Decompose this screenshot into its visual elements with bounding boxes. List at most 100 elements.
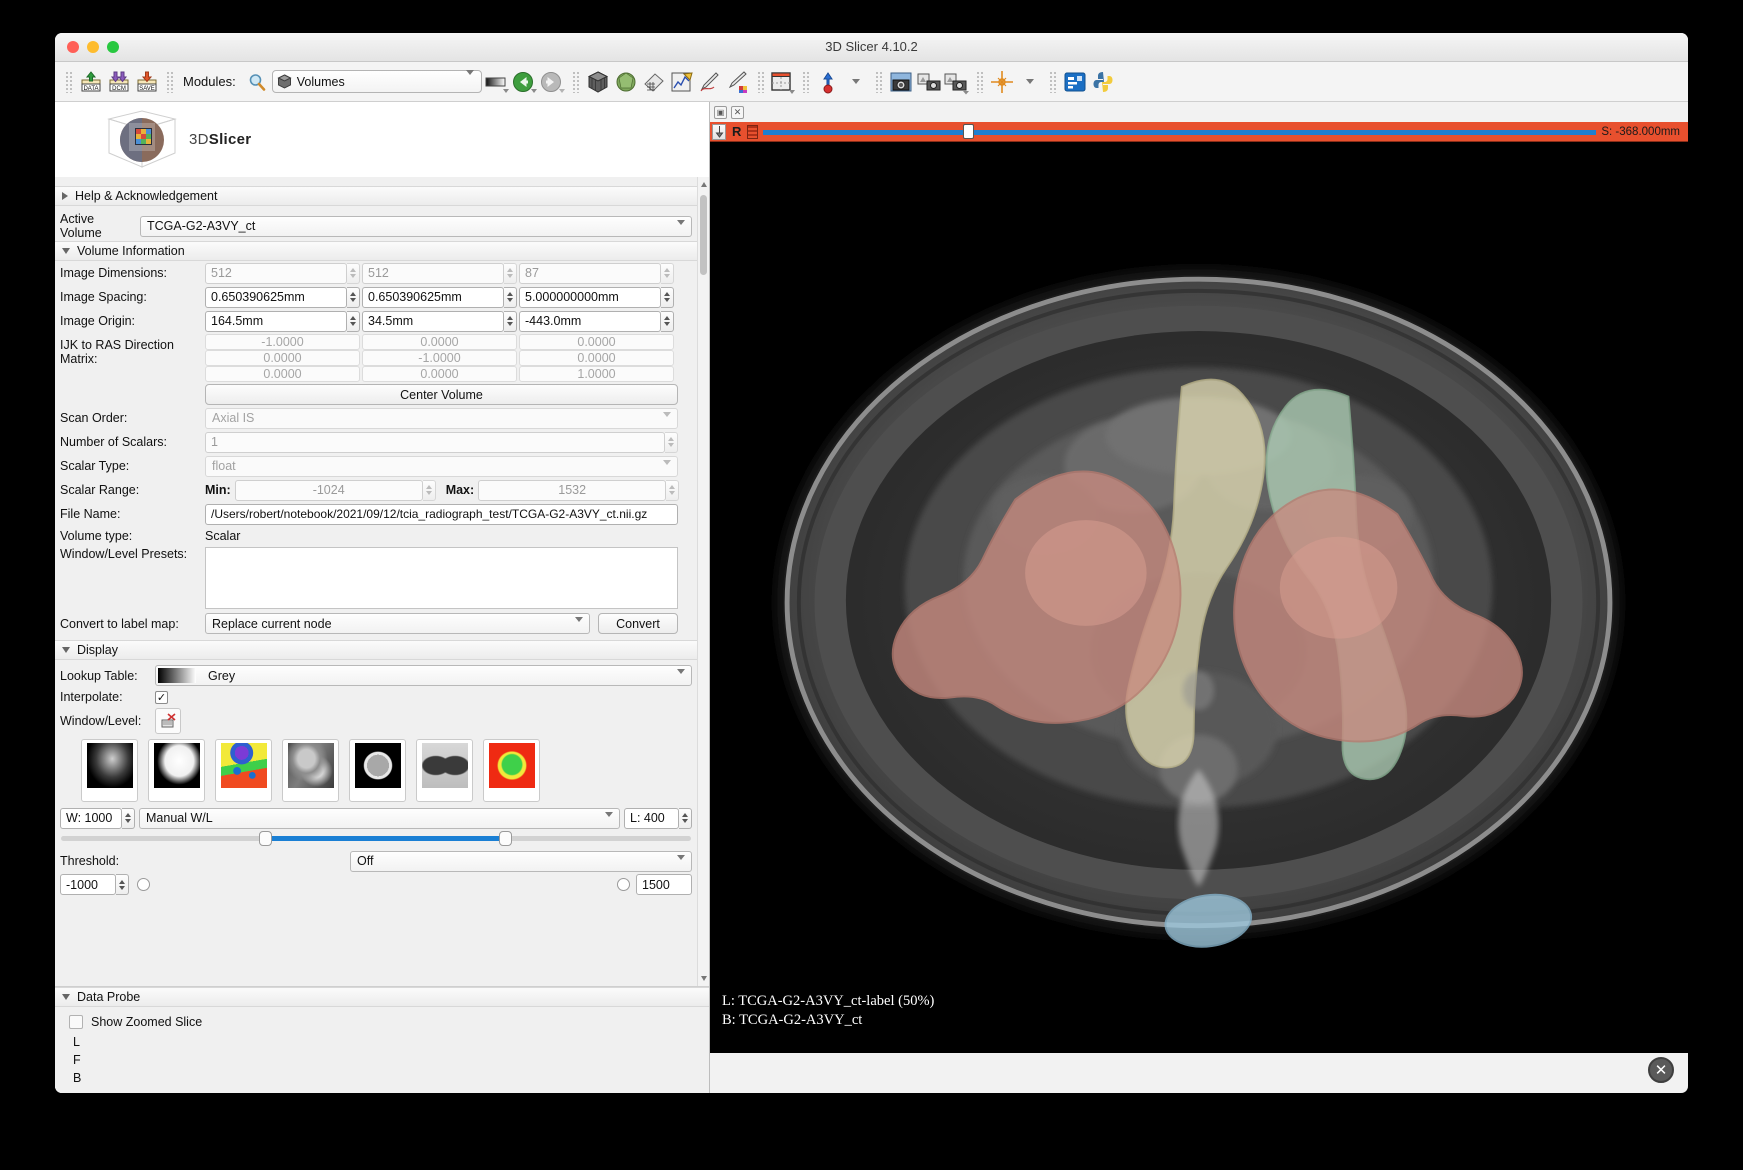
screenshot-icon[interactable] <box>888 69 914 95</box>
window-level-presets-list[interactable] <box>205 547 678 609</box>
scroll-down-arrow-icon[interactable] <box>701 976 707 981</box>
ct-air-preset[interactable] <box>148 739 205 802</box>
number-of-scalars-field[interactable]: 1 <box>205 431 678 453</box>
image-dimensions-z-stepper[interactable] <box>661 262 674 284</box>
extension-manager-icon[interactable] <box>1062 69 1088 95</box>
image-spacing-y[interactable]: 0.650390625mm <box>362 286 517 308</box>
save-data-icon[interactable]: SAVE <box>134 69 160 95</box>
scene-views-icon[interactable] <box>916 69 942 95</box>
image-dimensions-x[interactable]: 512 <box>205 262 360 284</box>
scalar-type-selector[interactable]: float <box>205 455 678 479</box>
ct-bone-preset[interactable] <box>81 739 138 802</box>
image-dimensions-y-stepper[interactable] <box>504 262 517 284</box>
wl-slider-handle-high[interactable] <box>498 831 512 846</box>
wl-mode-selector[interactable]: Manual W/L <box>139 807 620 831</box>
center-volume-button[interactable]: Center Volume <box>205 384 678 405</box>
image-dimensions-y[interactable]: 512 <box>362 262 517 284</box>
threshold-min-handle[interactable] <box>137 878 150 891</box>
scalar-max-stepper[interactable] <box>666 479 680 501</box>
lookup-table-selector[interactable]: Grey <box>155 665 692 688</box>
section-display[interactable]: Display <box>55 640 697 660</box>
wl-slider-track[interactable] <box>61 831 691 846</box>
load-dicom-icon[interactable]: DCM <box>106 69 132 95</box>
ct-brain-preset[interactable] <box>349 739 406 802</box>
models-icon[interactable] <box>613 69 639 95</box>
section-data-probe[interactable]: Data Probe <box>55 987 709 1007</box>
panel-scrollbar[interactable] <box>697 177 709 986</box>
python-console-icon[interactable] <box>1090 69 1116 95</box>
scrollbar-thumb[interactable] <box>700 195 707 275</box>
image-dimensions-z[interactable]: 87 <box>519 262 674 284</box>
scalar-min-field[interactable]: -1024 <box>234 479 436 501</box>
dtibrain-preset[interactable] <box>483 739 540 802</box>
volume-rendering-icon[interactable] <box>585 69 611 95</box>
slice-offset-slider[interactable] <box>763 123 1597 139</box>
close-view-icon[interactable]: ✕ <box>731 105 744 119</box>
toolbar-grip-6[interactable] <box>874 70 882 93</box>
threshold-max-handle[interactable] <box>617 878 630 891</box>
annotations-icon[interactable] <box>669 69 695 95</box>
image-origin-z[interactable]: -443.0mm <box>519 310 674 332</box>
pin-icon[interactable] <box>712 123 726 140</box>
module-selector[interactable]: Volumes <box>271 69 482 93</box>
mouse-mode-dropdown-icon[interactable] <box>843 69 869 95</box>
layout-icon[interactable] <box>770 69 796 95</box>
pet-preset[interactable] <box>215 739 272 802</box>
crosshair-icon[interactable] <box>989 69 1015 95</box>
toolbar-grip-3[interactable] <box>571 70 579 93</box>
crosshair-dropdown-icon[interactable] <box>1017 69 1043 95</box>
image-dimensions-x-stepper[interactable] <box>347 262 360 284</box>
module-search-icon[interactable] <box>244 69 270 95</box>
scan-order-selector[interactable]: Axial IS <box>205 407 678 431</box>
scalar-max-field[interactable]: 1532 <box>478 479 680 501</box>
image-origin-x[interactable]: 164.5mm <box>205 310 360 332</box>
level-stepper[interactable] <box>679 807 692 829</box>
toolbar-grip-5[interactable] <box>801 70 809 93</box>
ct-lung-preset[interactable] <box>416 739 473 802</box>
slice-offset-handle[interactable] <box>963 123 975 139</box>
reset-window-level-button[interactable] <box>155 708 181 734</box>
threshold-min-stepper[interactable] <box>116 874 129 895</box>
toolbar-grip-7[interactable] <box>975 70 983 93</box>
chevron-down-icon[interactable] <box>465 69 474 89</box>
toolbar-grip-8[interactable] <box>1048 70 1056 93</box>
slice-visibility-icon[interactable] <box>747 124 759 139</box>
threshold-min-field[interactable]: -1000 <box>60 874 129 895</box>
image-spacing-z-stepper[interactable] <box>661 286 674 308</box>
interpolate-checkbox[interactable]: ✓ <box>155 690 168 704</box>
convert-button[interactable]: Convert <box>598 613 678 634</box>
image-origin-x-stepper[interactable] <box>347 310 360 332</box>
colormap-icon[interactable] <box>484 69 510 95</box>
wl-slider-handle-low[interactable] <box>259 831 273 846</box>
window-width-field[interactable]: W: 1000 <box>60 807 135 829</box>
image-origin-y-stepper[interactable] <box>504 310 517 332</box>
window-width-stepper[interactable] <box>122 807 135 829</box>
convert-mode-selector[interactable]: Replace current node <box>205 613 590 636</box>
mouse-mode-icon[interactable] <box>815 69 841 95</box>
editor-icon[interactable] <box>697 69 723 95</box>
markups-icon[interactable] <box>641 69 667 95</box>
file-name-value[interactable]: /Users/robert/notebook/2021/09/12/tcia_r… <box>205 503 678 525</box>
scene-views-capture-icon[interactable] <box>944 69 970 95</box>
scroll-up-arrow-icon[interactable] <box>701 182 707 187</box>
section-help-acknowledgement[interactable]: Help & Acknowledgement <box>55 186 697 206</box>
show-zoomed-slice-checkbox[interactable] <box>69 1015 83 1029</box>
image-spacing-z[interactable]: 5.000000000mm <box>519 286 674 308</box>
scalar-min-stepper[interactable] <box>422 479 436 501</box>
forward-icon[interactable] <box>540 69 566 95</box>
close-panel-button[interactable]: ✕ <box>1648 1057 1674 1083</box>
image-origin-y[interactable]: 34.5mm <box>362 310 517 332</box>
active-volume-selector[interactable]: TCGA-G2-A3VY_ct <box>140 215 692 239</box>
image-origin-z-stepper[interactable] <box>661 310 674 332</box>
image-spacing-y-stepper[interactable] <box>504 286 517 308</box>
window-level-range-slider[interactable] <box>55 830 697 849</box>
slice-canvas[interactable]: L: TCGA-G2-A3VY_ct-label (50%) B: TCGA-G… <box>710 142 1688 1053</box>
number-of-scalars-stepper[interactable] <box>665 431 678 453</box>
level-field[interactable]: L: 400 <box>624 807 692 829</box>
maximize-icon[interactable]: ▣ <box>714 105 727 119</box>
image-spacing-x[interactable]: 0.650390625mm <box>205 286 360 308</box>
load-data-icon[interactable]: DATA <box>78 69 104 95</box>
threshold-selector[interactable]: Off <box>350 850 692 874</box>
image-spacing-x-stepper[interactable] <box>347 286 360 308</box>
toolbar-grip[interactable] <box>65 70 72 93</box>
